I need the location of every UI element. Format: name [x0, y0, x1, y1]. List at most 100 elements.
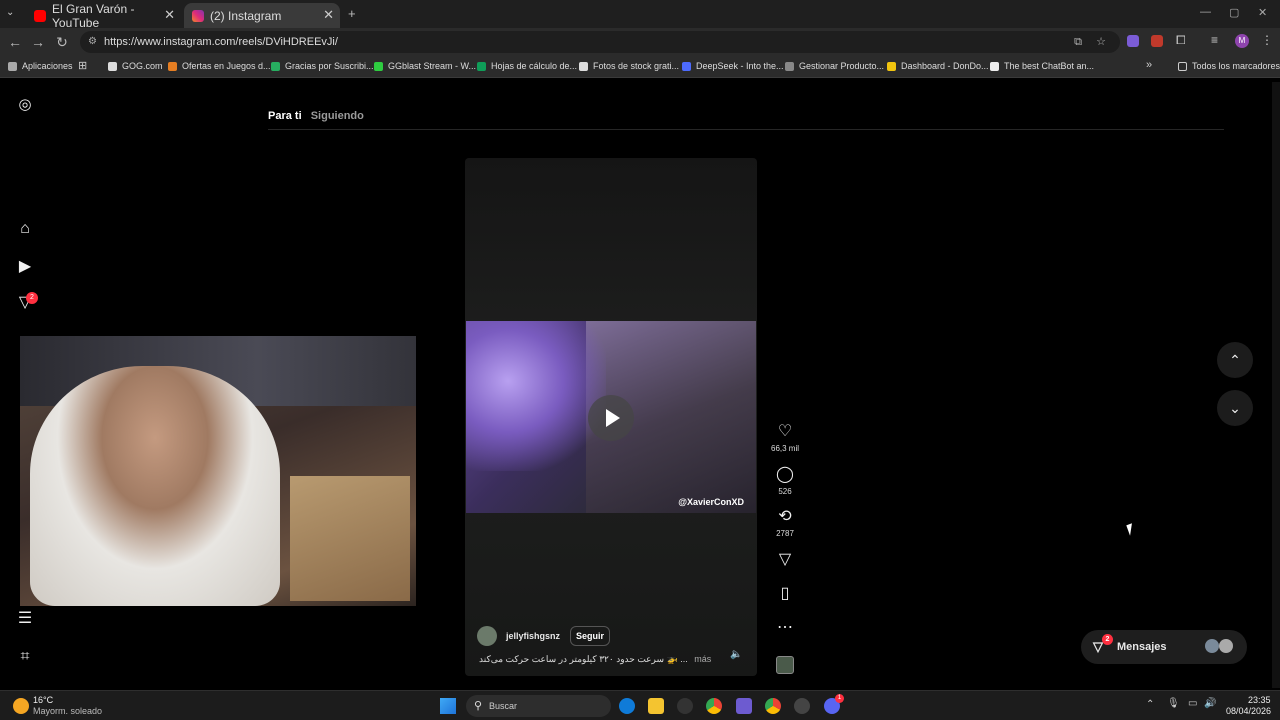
tab-instagram[interactable]: (2) Instagram ✕ [184, 3, 340, 28]
save-action[interactable]: ▯ [771, 585, 799, 603]
weather-sun-icon[interactable] [13, 698, 29, 714]
maximize-icon[interactable]: ▢ [1229, 6, 1239, 19]
new-tab-icon[interactable]: + [348, 6, 356, 21]
more-bookmarks-icon[interactable]: » [1146, 59, 1152, 71]
edge-icon[interactable] [619, 698, 635, 714]
tab-list-chevron-icon[interactable]: ⌄ [6, 7, 14, 18]
bookmark-item[interactable]: GOG.com [108, 61, 163, 71]
share-action[interactable]: ▽ [771, 551, 799, 569]
home-icon[interactable]: ⌂ [16, 220, 34, 238]
file-explorer-icon[interactable] [648, 698, 664, 714]
more-options[interactable]: ⋯ [771, 619, 799, 637]
reels-icon[interactable]: ▶ [16, 258, 34, 276]
play-icon[interactable] [588, 395, 634, 441]
share-send-icon[interactable]: ▽ [771, 551, 799, 569]
app-g-icon[interactable] [677, 698, 693, 714]
tab-siguiendo[interactable]: Siguiendo [311, 110, 364, 122]
menu-dots-icon[interactable]: ⋮ [1261, 33, 1273, 47]
bookmark-label: Dashboard - DonDo... [901, 61, 989, 71]
more-menu-icon[interactable]: ☰ [16, 610, 34, 628]
gog-icon [108, 61, 117, 71]
back-icon[interactable]: ← [7, 34, 23, 50]
author-username[interactable]: jellyfishgsnz [506, 631, 560, 641]
caption-more-link[interactable]: más [694, 654, 711, 664]
media-controls-icon[interactable]: ≡ [1211, 33, 1218, 47]
instagram-logo-icon[interactable]: ◎ [16, 96, 34, 114]
bookmark-item[interactable]: GGblast Stream - W... [374, 61, 476, 71]
mouse-cursor [1126, 523, 1136, 536]
all-bookmarks[interactable]: Todos los marcadores [1178, 61, 1280, 71]
minimize-icon[interactable]: — [1200, 6, 1211, 18]
reel-video[interactable]: @XavierConXD jellyfishgsnz Seguir سرعت ح… [465, 158, 757, 676]
bookmark-label: Todos los marcadores [1192, 61, 1280, 71]
bookmark-item[interactable]: The best ChatBot an... [990, 61, 1094, 71]
install-app-icon[interactable]: ⧉ [1074, 31, 1082, 53]
address-bar[interactable]: ⚙ https://www.instagram.com/reels/DViHDR… [80, 31, 1120, 53]
extension-puzzle-purple-icon[interactable] [1127, 35, 1139, 47]
like-count: 66,3 mil [771, 444, 800, 453]
close-tab-icon[interactable]: ✕ [164, 7, 175, 23]
windows-taskbar: 16°C Mayorm. soleado ⚲ Buscar 1 ⌃ 🎙 ▭ 🔊 … [0, 690, 1280, 720]
microphone-icon[interactable]: 🎙 [1167, 698, 1180, 709]
also-from-meta-icon[interactable]: ⌗ [16, 648, 34, 666]
volume-icon[interactable]: 🔈 [730, 649, 742, 660]
clock-time[interactable]: 23:35 [1248, 695, 1271, 705]
forward-icon[interactable]: → [30, 34, 46, 50]
weather-description: Mayorm. soleado [33, 706, 103, 716]
bookmark-item[interactable]: Hojas de cálculo de... [477, 61, 577, 71]
audio-thumbnail[interactable] [776, 656, 794, 674]
close-tab-icon[interactable]: ✕ [323, 7, 334, 23]
bookmark-item[interactable]: Aplicaciones [8, 61, 73, 71]
page-scrollbar[interactable] [1272, 82, 1280, 688]
bookmark-item[interactable]: Ofertas en Juegos d... [168, 61, 271, 71]
bookmark-label: Fotos de stock grati... [593, 61, 680, 71]
close-window-icon[interactable]: ✕ [1258, 6, 1267, 19]
chevron-down-icon: ⌄ [1229, 400, 1241, 416]
network-icon[interactable]: ▭ [1188, 698, 1197, 709]
extensions-icon[interactable]: ⧠ [1176, 33, 1186, 48]
tag-icon [168, 61, 177, 71]
comment-action[interactable]: ◯ 526 [771, 466, 799, 496]
tray-chevron-up-icon[interactable]: ⌃ [1146, 699, 1154, 710]
like-action[interactable]: ♡ 66,3 mil [771, 423, 799, 453]
author-avatar[interactable] [477, 626, 497, 646]
bookmark-label: GGblast Stream - W... [388, 61, 477, 71]
bookmark-star-icon[interactable]: ☆ [1096, 31, 1106, 53]
taskbar-search[interactable]: ⚲ Buscar [466, 695, 611, 717]
bookmark-label: Gestionar Producto... [799, 61, 885, 71]
reload-icon[interactable]: ↻ [54, 34, 70, 50]
profile-avatar[interactable]: M [1235, 34, 1249, 48]
bookmark-label: DeepSeek - Into the... [696, 61, 784, 71]
extension-red-icon[interactable] [1151, 35, 1163, 47]
tab-title: (2) Instagram [210, 8, 282, 23]
repost-action[interactable]: ⟲ 2787 [771, 508, 799, 538]
tab-groups-icon[interactable]: ⊞ [78, 59, 87, 72]
bookmark-item[interactable]: Dashboard - DonDo... [887, 61, 989, 71]
leaf-icon [271, 61, 280, 71]
tab-youtube[interactable]: El Gran Varón - YouTube ✕ [26, 2, 181, 30]
follow-button[interactable]: Seguir [570, 626, 611, 646]
app-purple-icon[interactable] [736, 698, 752, 714]
tab-para-ti[interactable]: Para ti [268, 110, 302, 122]
clock-date[interactable]: 08/04/2026 [1226, 706, 1271, 716]
obs-icon[interactable] [794, 698, 810, 714]
bookmark-item[interactable]: Gracias por Suscribi... [271, 61, 374, 71]
bookmark-item[interactable]: DeepSeek - Into the... [682, 61, 784, 71]
previous-reel-button[interactable]: ⌃ [1217, 342, 1253, 378]
windows-start-icon[interactable] [440, 698, 456, 714]
reel-video-frame: @XavierConXD [466, 321, 756, 513]
bookmark-item[interactable]: Gestionar Producto... [785, 61, 884, 71]
messages-button[interactable]: ▽ 2 Mensajes [1081, 630, 1247, 664]
chrome-icon[interactable] [706, 698, 722, 714]
site-info-icon[interactable]: ⚙ [88, 31, 97, 53]
comment-icon[interactable]: ◯ [771, 466, 799, 484]
more-dots-icon[interactable]: ⋯ [771, 619, 799, 637]
bookmark-item[interactable]: Fotos de stock grati... [579, 61, 679, 71]
bookmark-icon[interactable]: ▯ [771, 585, 799, 603]
chrome-profile-icon[interactable] [765, 698, 781, 714]
next-reel-button[interactable]: ⌄ [1217, 390, 1253, 426]
reel-caption: سرعت حدود ۳۲۰ کیلومتر در ساعت حرکت می‌کن… [479, 654, 711, 665]
repost-icon[interactable]: ⟲ [771, 508, 799, 526]
volume-tray-icon[interactable]: 🔊 [1204, 698, 1216, 709]
heart-icon[interactable]: ♡ [771, 423, 799, 441]
